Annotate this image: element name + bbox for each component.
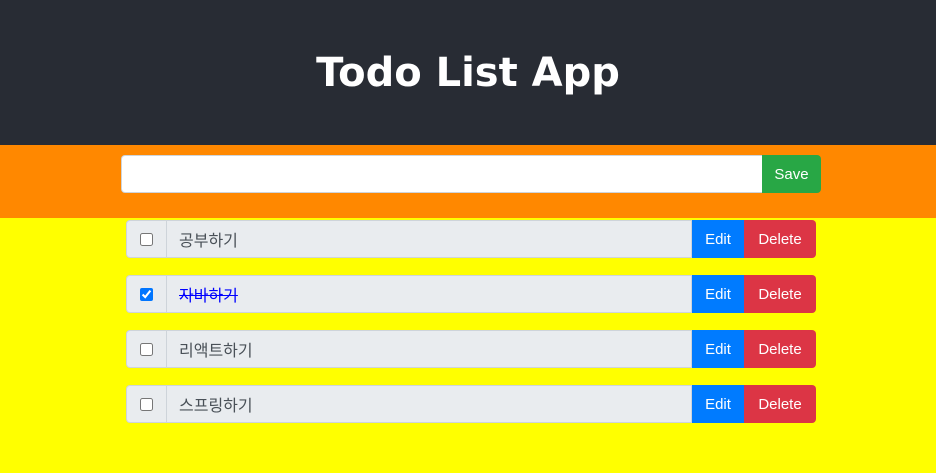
todo-list: 공부하기 Edit Delete 자바하기 Edit Delete 리액트하기 … <box>126 220 816 440</box>
todo-item: 스프링하기 Edit Delete <box>126 385 816 423</box>
todo-text: 자바하기 <box>166 275 692 313</box>
delete-button[interactable]: Delete <box>744 220 816 258</box>
todo-checkbox-cell <box>126 330 166 368</box>
page-title: Todo List App <box>316 49 620 96</box>
todo-checkbox[interactable] <box>140 232 153 246</box>
new-todo-form: Save <box>0 145 936 218</box>
todo-text: 공부하기 <box>166 220 692 258</box>
todo-item: 공부하기 Edit Delete <box>126 220 816 258</box>
edit-button[interactable]: Edit <box>692 330 744 368</box>
edit-button[interactable]: Edit <box>692 220 744 258</box>
todo-checkbox-cell <box>126 220 166 258</box>
todo-checkbox[interactable] <box>140 287 153 301</box>
edit-button[interactable]: Edit <box>692 385 744 423</box>
todo-checkbox-cell <box>126 385 166 423</box>
new-todo-input[interactable] <box>121 155 763 193</box>
delete-button[interactable]: Delete <box>744 275 816 313</box>
edit-button[interactable]: Edit <box>692 275 744 313</box>
todo-item: 리액트하기 Edit Delete <box>126 330 816 368</box>
todo-checkbox-cell <box>126 275 166 313</box>
app-header: Todo List App <box>0 0 936 145</box>
todo-text: 리액트하기 <box>166 330 692 368</box>
delete-button[interactable]: Delete <box>744 330 816 368</box>
todo-checkbox[interactable] <box>140 397 153 411</box>
save-button[interactable]: Save <box>762 155 821 193</box>
delete-button[interactable]: Delete <box>744 385 816 423</box>
todo-item: 자바하기 Edit Delete <box>126 275 816 313</box>
todo-text: 스프링하기 <box>166 385 692 423</box>
todo-checkbox[interactable] <box>140 342 153 356</box>
